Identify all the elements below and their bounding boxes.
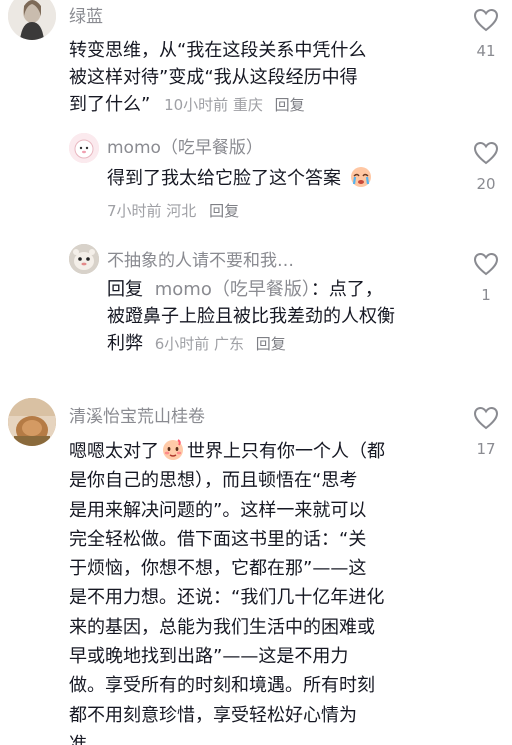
comment-text-line: 是你自己的思想），而且顿悟在“思考 (69, 470, 358, 492)
heart-outline-icon (473, 252, 499, 276)
comment-text-line-part: 到了什么” (69, 94, 151, 115)
reply-button[interactable]: 回复 (275, 96, 305, 114)
comment-text-line-part: 世界上只有你一个人（都 (187, 441, 385, 462)
like-button[interactable]: 20 (466, 141, 506, 193)
reply-text: 得到了我太给它脸了这个答案 (107, 164, 375, 192)
reply-text-content: ：点了， (310, 279, 383, 300)
reply-text-line: 利弊 6小时前 广东 回复 (107, 330, 395, 358)
reply-author[interactable]: 不抽象的人请不要和我… (107, 246, 294, 271)
avatar[interactable] (8, 0, 56, 40)
like-count: 41 (476, 42, 496, 60)
like-count: 17 (476, 440, 496, 458)
comment-meta: 10小时前 重庆 (164, 96, 263, 114)
comment-text-line: 早或晚地找到出路”——这是不用力 (69, 646, 349, 668)
comment-text-line: 是用来解决问题的”。这样一来就可以 (69, 499, 367, 521)
comment-text-line: 被这样对待”变成“我从这段经历中得 (69, 67, 358, 88)
comment-text: 转变思维，从“我在这段关系中凭什么 被这样对待”变成“我从这段经历中得 到了什么… (69, 37, 366, 119)
reply-text-content: 得到了我太给它脸了这个答案 (107, 168, 341, 189)
heart-outline-icon (473, 8, 499, 32)
comment-text-line: 准。 (69, 733, 105, 745)
like-button[interactable]: 17 (466, 406, 506, 458)
like-count: 20 (476, 175, 496, 193)
comment-text-line: 来的基因，总能为我们生活中的困难或 (69, 616, 375, 638)
like-button[interactable]: 1 (466, 252, 506, 304)
reply-meta-row: 7小时前 河北 回复 (107, 200, 239, 221)
avatar[interactable] (69, 133, 99, 163)
like-count: 1 (481, 286, 491, 304)
comment-text-line: 于烦恼，你想不想，它都在那”——这 (69, 558, 367, 580)
comment-text-line: 都不用刻意珍惜，享受轻松好心情为 (69, 704, 357, 726)
reply-text: 回复 momo（吃早餐版）：点了， 被蹬鼻子上脸且被比我差劲的人权衡 利弊 6小… (107, 276, 395, 358)
reply-meta: 6小时前 广东 (154, 335, 245, 353)
reply-text-content: 利弊 (107, 333, 143, 354)
like-button[interactable]: 41 (466, 8, 506, 60)
comment-text-line: 做。享受所有的时刻和境遇。所有时刻 (69, 675, 375, 697)
reply-prefix: 回复 (107, 279, 143, 300)
comment-text-line: 到了什么” 10小时前 重庆 回复 (69, 91, 366, 119)
crying-emoji-icon (349, 164, 373, 188)
comment-text-line: 转变思维，从“我在这段关系中凭什么 (69, 40, 367, 61)
comment-text-line: 完全轻松做。借下面这书里的话：“关 (69, 528, 367, 550)
reply-to-author[interactable]: momo（吃早餐版） (155, 279, 311, 300)
reply-text-line: 被蹬鼻子上脸且被比我差劲的人权衡 (107, 306, 395, 327)
comment-text-line: 嗯嗯太对了 世界上只有你一个人（都 (69, 437, 385, 466)
heart-outline-icon (473, 406, 499, 430)
reply-text-line: 回复 momo（吃早餐版）：点了， (107, 276, 395, 303)
blushing-emoji-icon (161, 437, 185, 461)
comment-text-line: 是不用力想。还说：“我们几十亿年进化 (69, 587, 385, 609)
reply-button[interactable]: 回复 (256, 335, 286, 353)
reply-author[interactable]: momo（吃早餐版） (107, 133, 263, 158)
comment-author[interactable]: 绿蓝 (69, 2, 103, 27)
reply-button[interactable]: 回复 (209, 202, 239, 220)
reply-meta: 7小时前 河北 (107, 202, 197, 220)
comment-text: 嗯嗯太对了 世界上只有你一个人（都 是你自己的思想），而且顿悟在“思考 是用来解… (69, 437, 385, 745)
comment-text-line-part: 嗯嗯太对了 (69, 441, 159, 462)
heart-outline-icon (473, 141, 499, 165)
avatar[interactable] (69, 244, 99, 274)
comment-author[interactable]: 清溪怡宝荒山桂卷 (69, 402, 205, 427)
avatar[interactable] (8, 398, 56, 446)
